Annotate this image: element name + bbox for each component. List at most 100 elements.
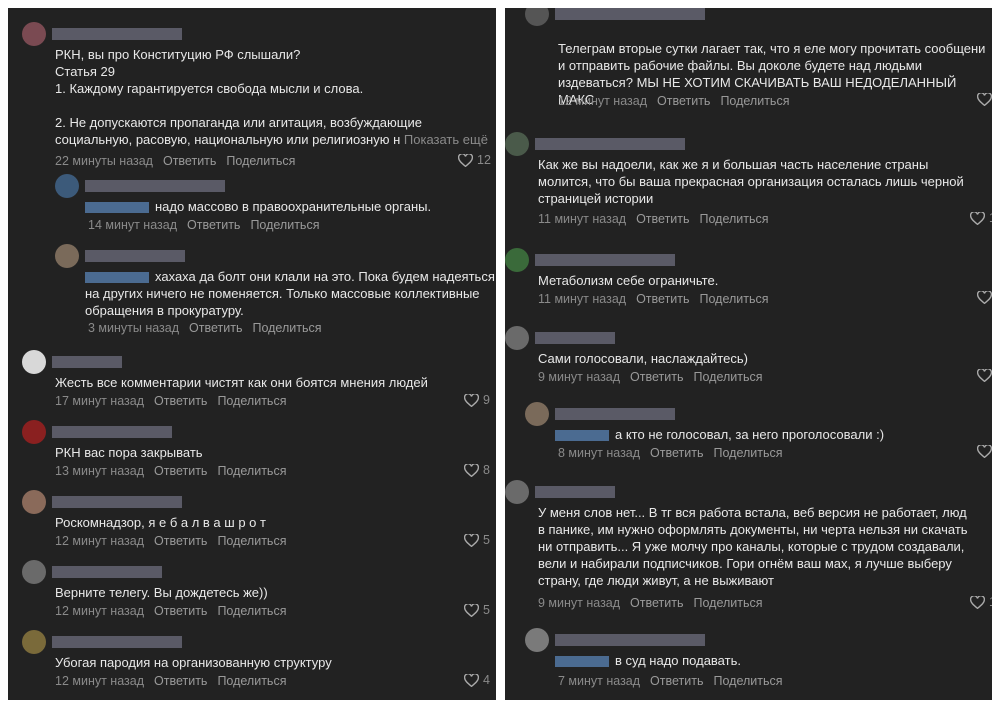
reply-button[interactable]: Ответить bbox=[154, 534, 207, 548]
share-button[interactable]: Поделиться bbox=[217, 534, 286, 548]
comment-meta: 13 минут назад Ответить Поделиться bbox=[55, 464, 296, 478]
like-button[interactable]: 5 bbox=[464, 603, 490, 617]
like-button[interactable]: 5 bbox=[464, 533, 490, 547]
author-name-redacted[interactable] bbox=[52, 496, 182, 508]
like-button[interactable]: 12 bbox=[458, 153, 491, 167]
like-button[interactable]: 4 bbox=[464, 673, 490, 687]
author-name-redacted[interactable] bbox=[555, 8, 705, 20]
share-button[interactable]: Поделиться bbox=[217, 464, 286, 478]
comment-meta: 12 минут назад Ответить Поделиться bbox=[55, 534, 296, 548]
author-name-redacted[interactable] bbox=[85, 180, 225, 192]
reply-button[interactable]: Ответить bbox=[630, 370, 683, 384]
reply-button[interactable]: Ответить bbox=[154, 464, 207, 478]
comment-meta: 11 минут назад Ответить Поделиться bbox=[538, 212, 779, 226]
avatar[interactable] bbox=[505, 132, 529, 156]
reply-button[interactable]: Ответить bbox=[187, 218, 240, 232]
avatar[interactable] bbox=[22, 490, 46, 514]
reply-button[interactable]: Ответить bbox=[650, 674, 703, 688]
avatar[interactable] bbox=[505, 480, 529, 504]
comment-meta: 3 минуты назад Ответить Поделиться bbox=[88, 321, 332, 335]
author-name-redacted[interactable] bbox=[52, 426, 172, 438]
share-button[interactable]: Поделиться bbox=[700, 212, 769, 226]
comment-item: Убогая пародия на организованную структу… bbox=[22, 630, 496, 694]
share-button[interactable]: Поделиться bbox=[226, 154, 295, 168]
avatar[interactable] bbox=[505, 248, 529, 272]
share-button[interactable]: Поделиться bbox=[217, 604, 286, 618]
reply-button[interactable]: Ответить bbox=[154, 394, 207, 408]
author-name-redacted[interactable] bbox=[535, 138, 685, 150]
avatar[interactable] bbox=[22, 350, 46, 374]
avatar[interactable] bbox=[22, 22, 46, 46]
timestamp: 14 минут назад bbox=[88, 218, 177, 232]
reply-button[interactable]: Ответить bbox=[650, 446, 703, 460]
avatar[interactable] bbox=[22, 630, 46, 654]
like-button[interactable]: 1 bbox=[970, 595, 992, 609]
like-button[interactable]: 8 bbox=[464, 463, 490, 477]
author-name-redacted[interactable] bbox=[535, 332, 615, 344]
reply-button[interactable]: Ответить bbox=[154, 674, 207, 688]
share-button[interactable]: Поделиться bbox=[713, 674, 782, 688]
author-name-redacted[interactable] bbox=[555, 634, 705, 646]
author-name-redacted[interactable] bbox=[52, 28, 182, 40]
share-button[interactable]: Поделиться bbox=[693, 596, 762, 610]
reply-button[interactable]: Ответить bbox=[154, 604, 207, 618]
share-button[interactable]: Поделиться bbox=[693, 370, 762, 384]
avatar[interactable] bbox=[525, 628, 549, 652]
share-button[interactable]: Поделиться bbox=[700, 292, 769, 306]
avatar[interactable] bbox=[525, 8, 549, 26]
comment-body: Верните телегу. Вы дождетесь же)) bbox=[55, 585, 268, 600]
author-name-redacted[interactable] bbox=[535, 486, 615, 498]
comment-meta: 11 минут назад Ответить Поделиться bbox=[538, 292, 779, 306]
reply-button[interactable]: Ответить bbox=[636, 212, 689, 226]
like-button[interactable] bbox=[977, 291, 992, 304]
like-button[interactable] bbox=[977, 445, 992, 458]
reply-button[interactable]: Ответить bbox=[189, 321, 242, 335]
comment-meta: 12 минут назад Ответить Поделиться bbox=[558, 94, 799, 108]
reply-button[interactable]: Ответить bbox=[630, 596, 683, 610]
avatar[interactable] bbox=[22, 560, 46, 584]
mention-redacted[interactable] bbox=[555, 430, 609, 442]
mention-redacted[interactable] bbox=[85, 272, 149, 284]
comment-body: РКН вас пора закрывать bbox=[55, 445, 203, 460]
heart-icon bbox=[464, 393, 479, 407]
avatar[interactable] bbox=[505, 326, 529, 350]
like-button[interactable] bbox=[977, 93, 992, 106]
comment-item: в суд надо подавать. 7 минут назад Ответит… bbox=[525, 628, 992, 694]
mention-redacted[interactable] bbox=[85, 202, 149, 214]
share-button[interactable]: Поделиться bbox=[250, 218, 319, 232]
comment-item: Телеграм вторые сутки лагает так, что я … bbox=[525, 8, 992, 114]
avatar[interactable] bbox=[22, 420, 46, 444]
share-button[interactable]: Поделиться bbox=[217, 394, 286, 408]
avatar[interactable] bbox=[55, 174, 79, 198]
author-name-redacted[interactable] bbox=[535, 254, 675, 266]
share-button[interactable]: Поделиться bbox=[252, 321, 321, 335]
comment-body: надо массово в правоохранительные органы… bbox=[155, 199, 432, 214]
share-button[interactable]: Поделиться bbox=[720, 94, 789, 108]
reply-button[interactable]: Ответить bbox=[657, 94, 710, 108]
reply-button[interactable]: Ответить bbox=[163, 154, 216, 168]
author-name-redacted[interactable] bbox=[52, 636, 182, 648]
mention-redacted[interactable] bbox=[555, 656, 609, 668]
share-button[interactable]: Поделиться bbox=[217, 674, 286, 688]
author-name-redacted[interactable] bbox=[52, 356, 122, 368]
timestamp: 12 минут назад bbox=[55, 674, 144, 688]
author-name-redacted[interactable] bbox=[52, 566, 162, 578]
like-button[interactable]: 9 bbox=[464, 393, 490, 407]
like-count: 9 bbox=[483, 393, 490, 407]
avatar[interactable] bbox=[525, 402, 549, 426]
comment-meta: 17 минут назад Ответить Поделиться bbox=[55, 394, 296, 408]
avatar[interactable] bbox=[55, 244, 79, 268]
comment-item: РКН, вы про Конституцию РФ слышали? Стат… bbox=[22, 22, 496, 174]
like-button[interactable] bbox=[977, 369, 992, 382]
reply-button[interactable]: Ответить bbox=[636, 292, 689, 306]
show-more-link[interactable]: Показать ещё bbox=[400, 132, 488, 147]
comment-text: РКН, вы про Конституцию РФ слышали? Стат… bbox=[55, 46, 488, 148]
author-name-redacted[interactable] bbox=[555, 408, 675, 420]
comment-item: Как же вы надоели, как же я и большая ча… bbox=[505, 132, 992, 232]
heart-icon bbox=[464, 533, 479, 547]
like-button[interactable]: 1 bbox=[970, 211, 992, 225]
heart-icon bbox=[977, 93, 992, 106]
author-name-redacted[interactable] bbox=[85, 250, 185, 262]
comment-meta: 12 минут назад Ответить Поделиться bbox=[55, 674, 296, 688]
share-button[interactable]: Поделиться bbox=[713, 446, 782, 460]
